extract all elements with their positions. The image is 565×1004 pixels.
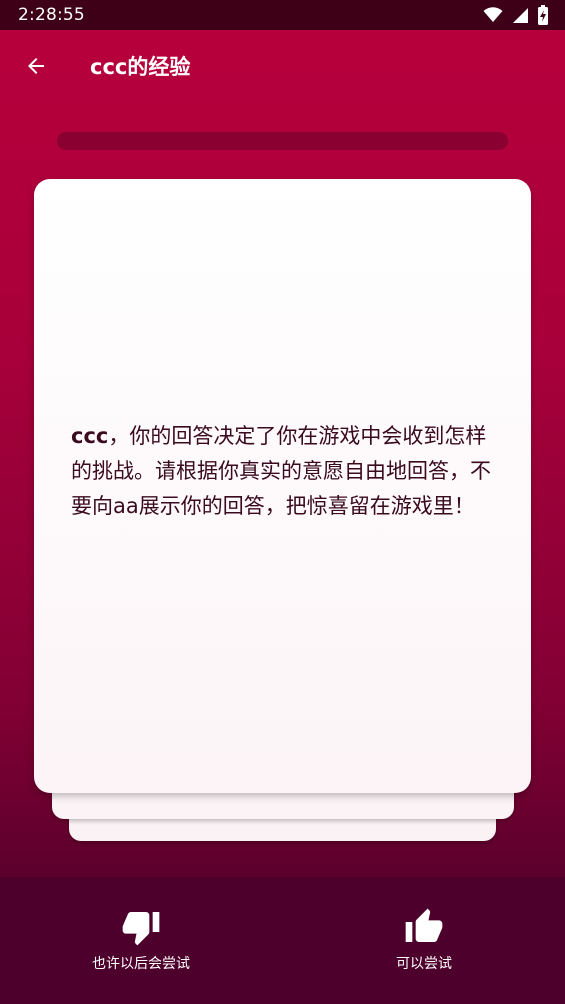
back-button[interactable]	[14, 44, 58, 88]
wifi-icon	[483, 7, 503, 22]
status-bar: 2:28:55	[0, 0, 565, 30]
page-title: ccc的经验	[90, 55, 191, 79]
maybe-later-label: 也许以后会尝试	[92, 956, 190, 972]
status-icons	[483, 5, 549, 25]
maybe-later-button[interactable]: 也许以后会尝试	[70, 907, 212, 973]
arrow-left-icon	[28, 58, 44, 74]
card-message-text: ，你的回答决定了你在游戏中会收到怎样的挑战。请根据你真实的意愿自由地回答，不要向…	[71, 424, 491, 518]
can-try-button[interactable]: 可以尝试	[364, 907, 484, 973]
can-try-label: 可以尝试	[396, 956, 452, 972]
app-bar: ccc的经验	[0, 30, 565, 102]
signal-icon	[513, 7, 528, 23]
progress-track	[57, 132, 508, 150]
player-name: ccc	[71, 424, 109, 448]
thumbs-up-icon	[405, 908, 443, 942]
thumbs-down-icon	[122, 912, 160, 946]
card-message: ccc，你的回答决定了你在游戏中会收到怎样的挑战。请根据你真实的意愿自由地回答，…	[71, 419, 501, 524]
question-card[interactable]: ccc，你的回答决定了你在游戏中会收到怎样的挑战。请根据你真实的意愿自由地回答，…	[34, 179, 531, 793]
battery-charging-icon	[538, 5, 548, 25]
status-time: 2:28:55	[18, 5, 85, 25]
bottom-action-bar: 也许以后会尝试 可以尝试	[0, 877, 565, 1004]
